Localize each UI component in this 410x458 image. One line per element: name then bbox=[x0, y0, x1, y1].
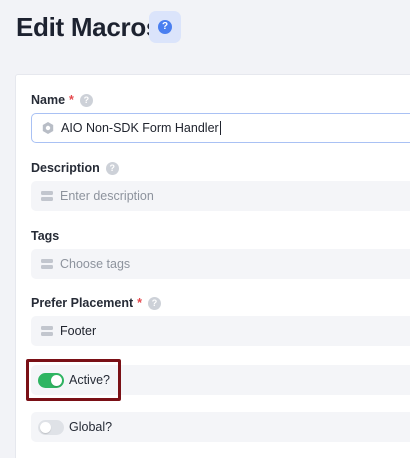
name-input[interactable]: AIO Non-SDK Form Handler bbox=[31, 113, 410, 143]
list-icon bbox=[41, 191, 53, 201]
global-toggle-row[interactable]: Global? bbox=[31, 412, 410, 442]
required-mark: * bbox=[137, 296, 143, 310]
list-icon bbox=[41, 259, 53, 269]
hexagon-icon bbox=[42, 122, 54, 134]
name-value: AIO Non-SDK Form Handler bbox=[61, 120, 221, 136]
name-label: Name * ? bbox=[31, 93, 93, 107]
description-placeholder: Enter description bbox=[60, 189, 154, 203]
question-circle-icon: ? bbox=[158, 20, 172, 34]
toggle-knob bbox=[51, 374, 62, 386]
page-title: Edit Macros bbox=[16, 12, 161, 42]
description-input[interactable]: Enter description bbox=[31, 181, 410, 211]
required-mark: * bbox=[69, 93, 74, 107]
tags-placeholder: Choose tags bbox=[60, 257, 131, 271]
prefer-placement-select[interactable]: Footer bbox=[31, 316, 410, 346]
list-icon bbox=[41, 326, 53, 336]
prefer-placement-label: Prefer Placement * ? bbox=[31, 296, 162, 310]
page-header: Edit Macros ? bbox=[0, 0, 410, 60]
help-button[interactable]: ? bbox=[149, 11, 181, 43]
question-circle-icon[interactable]: ? bbox=[148, 296, 162, 310]
prefer-placement-value: Footer bbox=[60, 324, 97, 338]
question-circle-icon[interactable]: ? bbox=[105, 161, 119, 175]
global-label: Global? bbox=[69, 420, 113, 434]
active-toggle-row[interactable]: Active? bbox=[31, 365, 410, 395]
text-caret bbox=[219, 121, 221, 136]
active-label: Active? bbox=[69, 373, 110, 387]
global-toggle[interactable] bbox=[38, 419, 64, 435]
question-circle-icon[interactable]: ? bbox=[79, 93, 93, 107]
description-label: Description ? bbox=[31, 161, 119, 175]
toggle-knob bbox=[40, 421, 51, 433]
active-toggle[interactable] bbox=[38, 372, 64, 388]
tags-select[interactable]: Choose tags bbox=[31, 249, 410, 279]
tags-label: Tags bbox=[31, 229, 60, 243]
edit-macros-page: Edit Macros ? Name * ? AIO Non-SDK Form … bbox=[0, 0, 410, 458]
